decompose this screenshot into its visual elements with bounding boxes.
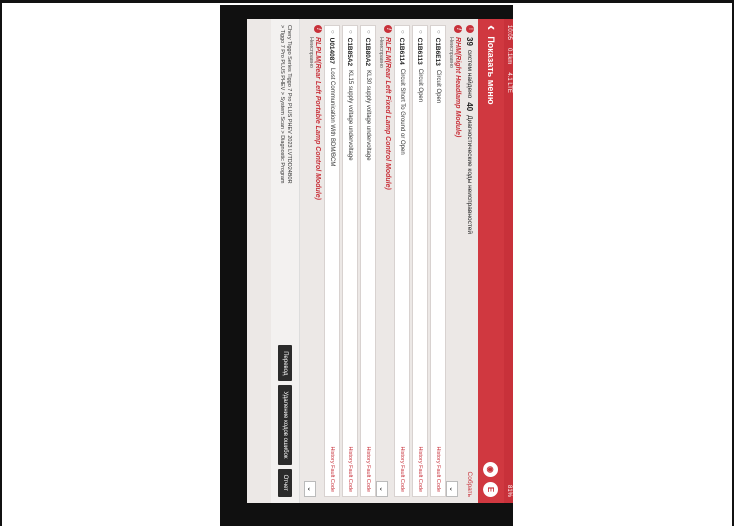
- collapse-button[interactable]: Собрать: [467, 472, 474, 497]
- system-count-label: систем найдено: [466, 49, 474, 99]
- breadcrumb: Chery Tiggo Series Tiggo 7 Pro PLUS PHEV…: [278, 25, 292, 195]
- system-count: 39: [465, 37, 475, 46]
- main-content: ! 39 систем найдено 40 Диагностические к…: [271, 19, 478, 503]
- translate-button[interactable]: Перевод: [278, 345, 292, 382]
- tablet-photo: 10:05 0.1km 4.1 LTE 81% ‹ Показать меню …: [220, 5, 513, 526]
- clear-codes-button[interactable]: Удаление кодов ошибок: [278, 385, 292, 465]
- alert-badge-icon: !: [384, 25, 392, 33]
- module-codes: ⌄ ○ C1B80A2 KL30 supply voltage undervol…: [324, 25, 388, 497]
- alert-badge-icon: !: [466, 25, 474, 33]
- dtc-row[interactable]: ○ C1B6E13 Circuit Open History Fault Cod…: [430, 25, 446, 497]
- report-button[interactable]: Отчет: [278, 468, 292, 497]
- dtc-row[interactable]: ○ U014087 Lost Communication With BDM/BC…: [324, 25, 340, 497]
- dtc-description: Circuit Open: [435, 69, 441, 104]
- dtc-description: Lost Communication With BDM/BCM: [329, 68, 335, 167]
- dtc-type: History Fault Code: [417, 446, 423, 492]
- module-name: RLPLM(Rear Left Portable Lamp Control Mo…: [314, 37, 322, 200]
- module-codes: ⌄ ○ C1B6E13 Circuit Open History Fault C…: [394, 25, 458, 497]
- dtc-code: C1B85A2: [346, 37, 354, 67]
- chevron-down-icon[interactable]: ⌄: [446, 481, 458, 497]
- dtc-row[interactable]: ○ C1B85A2 KL15 supply voltage undervolta…: [342, 25, 358, 497]
- status-left-text: 0.1km: [506, 48, 512, 65]
- dtc-type: History Fault Code: [365, 446, 371, 492]
- code-count-label: Диагностические коды неисправностей: [466, 115, 474, 234]
- dtc-code: C1B6113: [416, 37, 424, 65]
- scan-summary: ! 39 систем найдено 40 Диагностические к…: [464, 25, 476, 497]
- alert-badge-icon: !: [314, 25, 322, 33]
- page-title[interactable]: Показать меню: [486, 36, 496, 104]
- chevron-down-icon[interactable]: ⌄: [304, 481, 316, 497]
- frame-border-left: [0, 0, 2, 526]
- logo-circle-icon[interactable]: ◉: [483, 462, 499, 477]
- module-status: Неисправно: [448, 37, 454, 68]
- module-status: Неисправно: [378, 37, 384, 68]
- dtc-type: History Fault Code: [435, 446, 441, 492]
- search-icon[interactable]: ○: [417, 30, 423, 34]
- module-header[interactable]: ! RLFLM(Rear Left Fixed Lamp Control Mod…: [384, 25, 392, 497]
- module-rhm: ! RHM(Right Headlamp Module) Неисправно …: [394, 25, 462, 497]
- module-header[interactable]: ! RHM(Right Headlamp Module): [454, 25, 462, 497]
- app-bar-actions: ◉ E: [483, 462, 499, 497]
- module-status: Неисправно: [308, 37, 314, 68]
- search-icon[interactable]: ○: [329, 30, 335, 34]
- dtc-description: Circuit Short To Ground or Open: [399, 68, 405, 155]
- dtc-code: C1B6114: [398, 37, 406, 65]
- app-bar: ‹ Показать меню ◉ E: [478, 19, 504, 503]
- dtc-code: C1B6E13: [434, 37, 442, 66]
- dtc-code: U014087: [328, 37, 336, 65]
- dtc-row[interactable]: ○ C1B6113 Circuit Open History Fault Cod…: [412, 25, 428, 497]
- dtc-row[interactable]: ○ C1B6114 Circuit Short To Ground or Ope…: [394, 25, 410, 497]
- dtc-type: History Fault Code: [329, 446, 335, 492]
- dtc-code: C1B80A2: [364, 37, 372, 67]
- search-icon[interactable]: ○: [365, 30, 371, 34]
- frame-border-top: [0, 0, 734, 3]
- module-name: RHM(Right Headlamp Module): [454, 37, 462, 138]
- search-icon[interactable]: ○: [435, 30, 441, 34]
- bottom-actions: Перевод Удаление кодов ошибок Отчет: [278, 345, 292, 497]
- breadcrumb-line2: > Tiggo 7 Pro PLUS PHEV > System Scan > …: [279, 25, 285, 184]
- module-rlplm: ! RLPLM(Rear Left Portable Lamp Control …: [304, 25, 322, 497]
- module-header[interactable]: ! RLPLM(Rear Left Portable Lamp Control …: [314, 25, 322, 497]
- dtc-type: History Fault Code: [399, 446, 405, 492]
- chevron-down-icon[interactable]: ⌄: [376, 481, 388, 497]
- module-name: RLFLM(Rear Left Fixed Lamp Control Modul…: [384, 37, 392, 190]
- status-time: 10:05: [506, 25, 512, 41]
- alert-badge-icon: !: [454, 25, 462, 33]
- breadcrumb-line1: Chery Tiggo Series Tiggo 7 Pro PLUS PHEV…: [286, 25, 292, 184]
- search-icon[interactable]: ○: [347, 30, 353, 34]
- e-circle-icon[interactable]: E: [483, 482, 499, 497]
- code-count: 40: [465, 102, 475, 112]
- status-network: 4.1 LTE: [506, 72, 512, 93]
- dtc-row[interactable]: ○ C1B80A2 KL30 supply voltage undervolta…: [360, 25, 376, 497]
- search-icon[interactable]: ○: [399, 30, 405, 34]
- dtc-type: History Fault Code: [347, 446, 353, 492]
- chevron-left-icon[interactable]: ‹: [482, 25, 500, 30]
- status-battery: 81%: [506, 484, 512, 497]
- dtc-description: KL30 supply voltage undervoltage: [365, 70, 371, 161]
- bottom-bar: Chery Tiggo Series Tiggo 7 Pro PLUS PHEV…: [271, 19, 300, 503]
- module-rlflm: ! RLFLM(Rear Left Fixed Lamp Control Mod…: [324, 25, 392, 497]
- tablet-screen: 10:05 0.1km 4.1 LTE 81% ‹ Показать меню …: [247, 19, 513, 503]
- dtc-description: KL15 supply voltage undervoltage: [347, 70, 353, 161]
- status-bar: 10:05 0.1km 4.1 LTE 81%: [504, 19, 513, 503]
- dtc-description: Circuit Open: [417, 68, 423, 103]
